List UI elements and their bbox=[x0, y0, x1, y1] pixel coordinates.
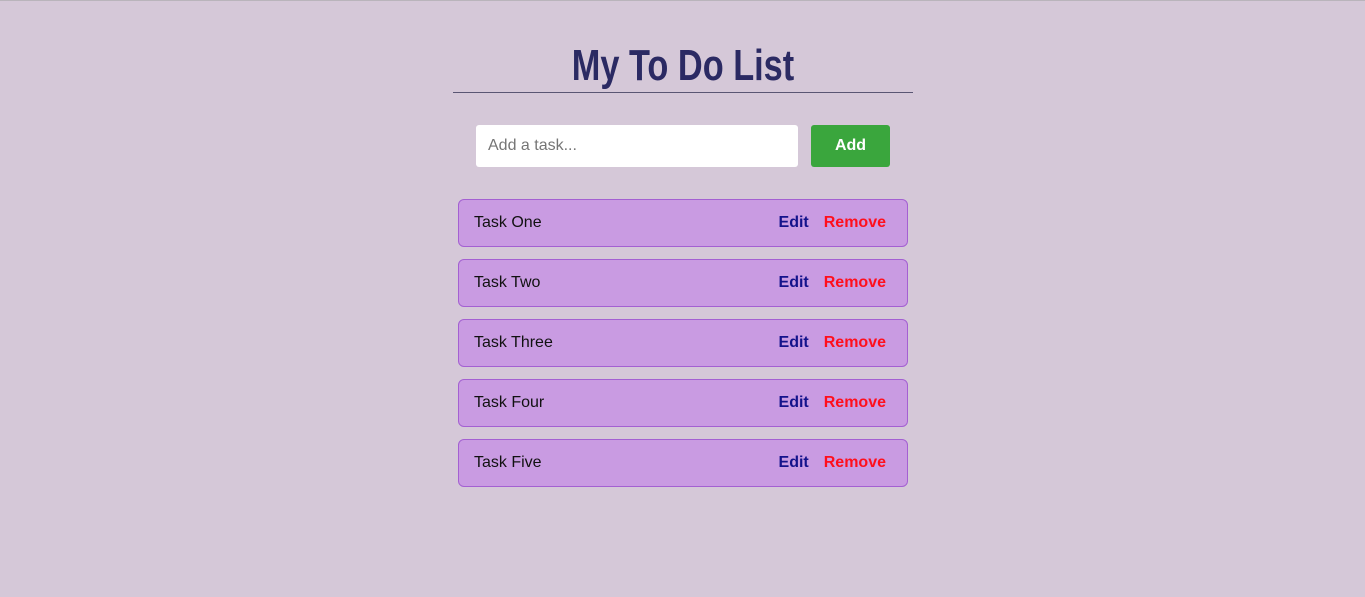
remove-button[interactable]: Remove bbox=[824, 214, 886, 232]
task-item: Task One Edit Remove bbox=[458, 199, 908, 247]
top-border bbox=[0, 0, 1365, 1]
remove-button[interactable]: Remove bbox=[824, 334, 886, 352]
add-task-form: Add bbox=[476, 125, 890, 167]
task-item: Task Two Edit Remove bbox=[458, 259, 908, 307]
task-text: Task Five bbox=[474, 454, 542, 471]
remove-button[interactable]: Remove bbox=[824, 454, 886, 472]
task-text: Task Four bbox=[474, 394, 545, 411]
task-text: Task One bbox=[474, 214, 542, 231]
edit-button[interactable]: Edit bbox=[779, 394, 809, 412]
task-text: Task Two bbox=[474, 274, 541, 291]
title-divider bbox=[453, 92, 913, 93]
edit-button[interactable]: Edit bbox=[779, 334, 809, 352]
edit-button[interactable]: Edit bbox=[779, 274, 809, 292]
task-item: Task Four Edit Remove bbox=[458, 379, 908, 427]
task-input[interactable] bbox=[476, 125, 798, 167]
edit-button[interactable]: Edit bbox=[779, 214, 809, 232]
task-text: Task Three bbox=[474, 334, 553, 351]
task-item: Task Five Edit Remove bbox=[458, 439, 908, 487]
edit-button[interactable]: Edit bbox=[779, 454, 809, 472]
remove-button[interactable]: Remove bbox=[824, 394, 886, 412]
task-list: Task One Edit Remove Task Two Edit Remov… bbox=[458, 199, 908, 499]
remove-button[interactable]: Remove bbox=[824, 274, 886, 292]
page-title: My To Do List bbox=[571, 41, 795, 90]
task-item: Task Three Edit Remove bbox=[458, 319, 908, 367]
todo-app: My To Do List Add Task One Edit Remove T… bbox=[453, 40, 913, 487]
add-button[interactable]: Add bbox=[811, 125, 890, 167]
